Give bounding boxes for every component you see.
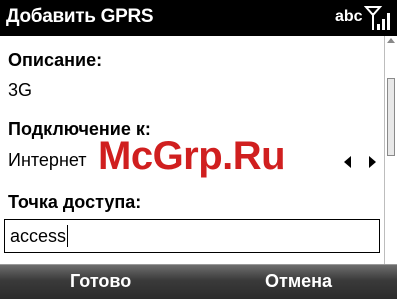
window-title: Добавить GPRS <box>6 6 154 27</box>
connection-value[interactable]: Интернет <box>8 150 87 171</box>
softkey-bar: Готово Отмена <box>0 264 397 299</box>
scroll-thumb[interactable] <box>387 78 395 156</box>
left-right-arrows-icon[interactable] <box>342 151 378 173</box>
scrollbar[interactable] <box>384 36 397 264</box>
input-mode-indicator[interactable]: abc <box>335 8 363 26</box>
connection-label: Подключение к: <box>8 119 151 139</box>
signal-bars-icon <box>364 6 390 30</box>
apn-label: Точка доступа: <box>8 192 142 212</box>
text-caret <box>67 225 68 247</box>
apn-input[interactable]: access <box>4 219 380 253</box>
title-bar: Добавить GPRS abc <box>0 0 397 36</box>
description-label: Описание: <box>8 50 103 70</box>
apn-input-value: access <box>10 226 67 246</box>
scroll-up-arrow-icon[interactable] <box>387 38 395 43</box>
cancel-softkey[interactable]: Отмена <box>265 271 332 292</box>
done-softkey[interactable]: Готово <box>70 271 131 292</box>
description-value[interactable]: 3G <box>8 80 32 101</box>
